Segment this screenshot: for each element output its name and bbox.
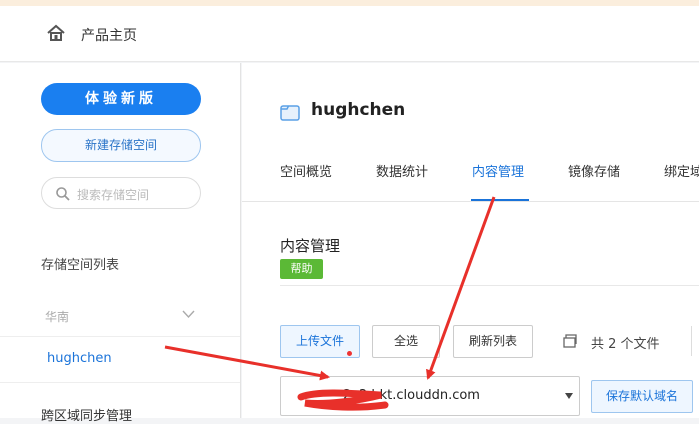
save-default-domain-button[interactable]: 保存默认域名	[591, 380, 693, 413]
upload-file-button[interactable]: 上传文件	[280, 325, 360, 358]
top-header: 产品主页	[0, 6, 699, 62]
bucket-list-title: 存储空间列表	[41, 258, 120, 273]
tab-bind-domain[interactable]: 绑定域	[664, 161, 699, 180]
tab-mirror-storage[interactable]: 镜像存储	[568, 161, 620, 180]
section-divider	[280, 285, 699, 286]
upload-file-label: 上传文件	[295, 334, 344, 348]
tab-bar: 空间概览 数据统计 内容管理 镜像存储 绑定域	[242, 147, 699, 202]
file-count: 共 2 个文件	[591, 337, 660, 352]
create-bucket-button[interactable]: 新建存储空间	[41, 129, 201, 162]
bucket-item-label: hughchen	[47, 351, 112, 366]
active-tab-indicator	[471, 199, 529, 201]
sidebar: 体验新版 新建存储空间 搜索存储空间 存储空间列表 华南 hughchen 跨区…	[0, 63, 241, 424]
page-title: hughchen	[311, 100, 406, 120]
home-link[interactable]: 产品主页	[81, 25, 137, 45]
bucket-icon	[280, 105, 300, 121]
tab-statistics[interactable]: 数据统计	[376, 161, 428, 180]
try-new-version-button[interactable]: 体验新版	[41, 83, 201, 115]
toolbar-divider	[691, 326, 692, 356]
cross-region-sync-link[interactable]: 跨区域同步管理	[0, 382, 240, 424]
cross-region-sync-label: 跨区域同步管理	[41, 409, 133, 424]
select-all-button[interactable]: 全选	[372, 325, 440, 358]
sidebar-item-hughchen[interactable]: hughchen	[0, 338, 240, 381]
region-label: 华南	[45, 310, 70, 324]
search-icon	[56, 187, 70, 201]
main-panel: hughchen 空间概览 数据统计 内容管理 镜像存储 绑定域 内容管理 帮助…	[242, 63, 699, 418]
file-stack-icon	[563, 334, 577, 348]
help-badge[interactable]: 帮助	[280, 259, 323, 279]
search-placeholder: 搜索存储空间	[77, 188, 150, 202]
refresh-list-button[interactable]: 刷新列表	[453, 325, 533, 358]
bucket-search-input[interactable]: 搜索存储空间	[41, 177, 201, 209]
tab-overview[interactable]: 空间概览	[280, 161, 332, 180]
redaction-scribble	[297, 389, 389, 411]
chevron-down-icon	[182, 310, 195, 319]
caret-down-icon	[565, 393, 573, 399]
home-icon[interactable]	[46, 23, 66, 43]
section-title: 内容管理	[280, 237, 341, 255]
tab-content-management[interactable]: 内容管理	[472, 161, 524, 180]
region-group-south-china[interactable]: 华南	[0, 295, 240, 337]
domain-select[interactable]: 2v2.bkt.clouddn.com	[280, 376, 580, 416]
notification-dot	[347, 351, 352, 356]
